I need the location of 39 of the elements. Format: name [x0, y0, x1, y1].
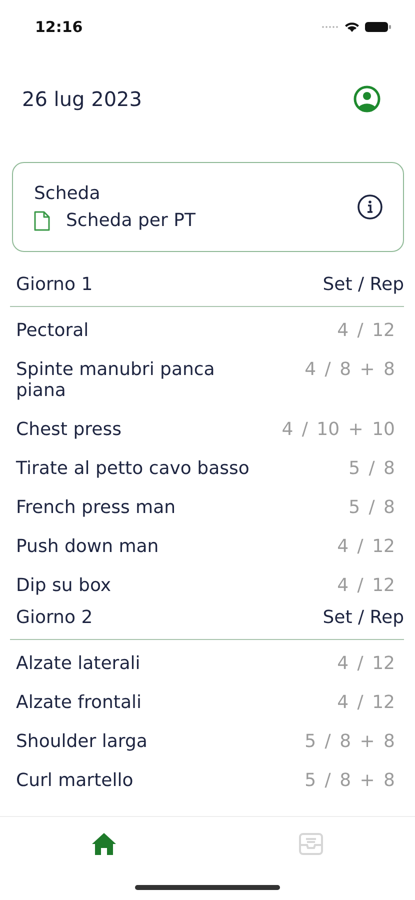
- exercise-name: Chest press: [16, 419, 122, 440]
- card-title: Scheda: [34, 183, 102, 204]
- sets-reps: 5 / 8 + 8: [304, 731, 395, 752]
- signal-icon: [321, 25, 339, 29]
- exercise-name: Tirate al petto cavo basso: [16, 458, 250, 479]
- profile-icon[interactable]: [353, 85, 381, 113]
- exercise-name: French press man: [16, 497, 176, 518]
- exercise-name: Alzate frontali: [16, 692, 142, 713]
- column-header: Set / Rep: [322, 607, 404, 628]
- sets-reps: 4 / 8 + 8: [304, 359, 395, 380]
- exercise-name: Dip su box: [16, 575, 112, 596]
- exercise-name: Push down man: [16, 536, 159, 557]
- date-label: 26 lug 2023: [22, 87, 142, 111]
- status-time: 12:16: [35, 18, 83, 36]
- sets-reps: 4 / 12: [337, 692, 395, 713]
- day-title: Giorno 1: [16, 274, 93, 295]
- plan-name: Scheda per PT: [66, 210, 196, 231]
- sets-reps: 4 / 12: [337, 653, 395, 674]
- document-icon: [34, 210, 50, 230]
- home-icon: [90, 832, 117, 856]
- exercise-name: Shoulder larga: [16, 731, 148, 752]
- inbox-icon: [298, 832, 324, 856]
- sets-reps: 4 / 12: [337, 575, 395, 596]
- battery-icon: [365, 21, 391, 33]
- sets-reps: 5 / 8: [348, 458, 395, 479]
- sets-reps: 4 / 12: [337, 320, 395, 341]
- day-title: Giorno 2: [16, 607, 93, 628]
- sets-reps: 4 / 10 + 10: [282, 419, 395, 440]
- exercise-name: Curl martello: [16, 770, 134, 791]
- sets-reps: 5 / 8 + 8: [304, 770, 395, 791]
- wifi-icon: [344, 21, 360, 33]
- exercise-name: Pectoral: [16, 320, 89, 341]
- sets-reps: 5 / 8: [348, 497, 395, 518]
- sets-reps: 4 / 12: [337, 536, 395, 557]
- plan-card[interactable]: Scheda Scheda per PT: [12, 162, 404, 252]
- column-header: Set / Rep: [322, 274, 404, 295]
- info-icon[interactable]: [357, 194, 383, 220]
- exercise-name: Alzate laterali: [16, 653, 140, 674]
- exercise-name: Spinte manubri panca piana: [16, 359, 216, 401]
